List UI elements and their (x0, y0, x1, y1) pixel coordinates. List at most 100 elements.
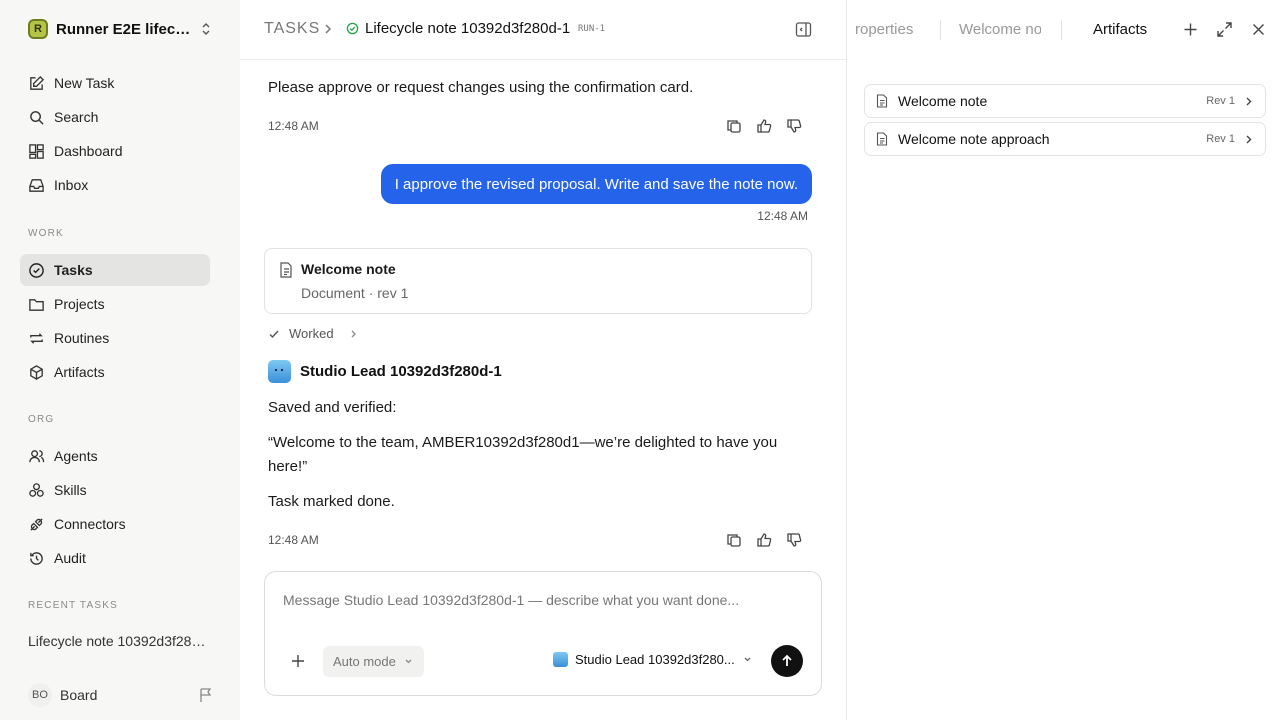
skills-label: Skills (54, 482, 87, 498)
connectors-label: Connectors (54, 516, 126, 532)
box-icon (30, 364, 43, 380)
nav-artifacts[interactable]: Artifacts (20, 356, 210, 388)
close-icon[interactable] (1250, 21, 1267, 38)
work-section-label: WORK (28, 228, 64, 239)
check-icon (269, 330, 279, 338)
user-message-bubble: I approve the revised proposal. Write an… (380, 164, 812, 204)
org-section-label: ORG (28, 414, 55, 425)
agent-select-label: Studio Lead 10392d3f280... (575, 652, 735, 667)
chevron-down-icon (744, 657, 751, 662)
nav-connectors[interactable]: Connectors (20, 508, 210, 540)
copy-icon[interactable] (726, 532, 742, 548)
sidebar: R Runner E2E lifecycle New Task Search D… (0, 0, 240, 720)
thumbs-up-icon[interactable] (756, 532, 772, 548)
projects-label: Projects (54, 296, 105, 312)
message-composer: Auto mode Studio Lead 10392d3f280... (264, 571, 822, 696)
thumbs-down-icon[interactable] (786, 118, 802, 134)
expand-icon[interactable] (1216, 21, 1233, 38)
nav-dashboard[interactable]: Dashboard (20, 135, 210, 167)
avatar: BO (28, 683, 52, 707)
main-content: TASKS Lifecycle note 10392d3f280d-1 RUN-… (240, 0, 846, 720)
nav-inbox[interactable]: Inbox (20, 169, 210, 201)
user-message-text: I approve the revised proposal. Write an… (394, 175, 798, 193)
status-done-icon (346, 22, 359, 35)
folder-icon (29, 298, 44, 311)
tab-divider (940, 20, 941, 40)
chevron-right-icon (351, 330, 356, 337)
artifact-revision: Rev 1 (1206, 95, 1235, 107)
user-name: Board (60, 687, 98, 703)
repeat-icon (30, 332, 43, 344)
nav-tasks[interactable]: Tasks (20, 254, 210, 286)
chevron-right-icon (1246, 135, 1252, 143)
chevron-down-icon (405, 659, 412, 664)
thumbs-down-icon[interactable] (786, 532, 802, 548)
chevron-right-icon (325, 24, 332, 34)
artifact-item[interactable]: Welcome note approach Rev 1 (864, 122, 1266, 156)
worked-toggle[interactable]: Worked (268, 326, 358, 341)
agent-message-timestamp: 12:48 AM (268, 533, 319, 547)
inbox-label: Inbox (54, 177, 89, 193)
recent-task-item[interactable]: Lifecycle note 10392d3f280d-1 (28, 633, 208, 649)
agent-reply-quote: “Welcome to the team, AMBER10392d3f280d1… (268, 434, 778, 475)
history-icon (30, 551, 43, 565)
task-header: TASKS Lifecycle note 10392d3f280d-1 RUN-… (240, 0, 846, 60)
run-badge: RUN-1 (578, 24, 606, 34)
panel-toggle-icon[interactable] (795, 21, 812, 38)
agent-select[interactable]: Studio Lead 10392d3f280... (553, 652, 752, 667)
agent-name: Studio Lead 10392d3f280d-1 (300, 363, 502, 380)
edit-icon (30, 75, 45, 90)
add-attachment-icon[interactable] (291, 654, 305, 668)
document-subtitle: Document · rev 1 (301, 285, 409, 301)
document-icon (280, 262, 292, 278)
message-input[interactable] (283, 592, 803, 608)
dashboard-label: Dashboard (54, 143, 123, 159)
nav-skills[interactable]: Skills (20, 474, 210, 506)
check-circle-icon (29, 262, 44, 278)
nav-routines[interactable]: Routines (20, 322, 210, 354)
user-message-timestamp: 12:48 AM (757, 209, 808, 223)
plus-icon[interactable] (1182, 21, 1199, 38)
artifact-name: Welcome note (898, 93, 988, 109)
workspace-name: Runner E2E lifecycle (56, 20, 194, 38)
workspace-switcher[interactable]: R Runner E2E lifecycle (28, 19, 212, 39)
artifact-revision: Rev 1 (1206, 133, 1235, 145)
tab-properties[interactable]: roperties (855, 21, 925, 38)
chevron-right-icon (1246, 97, 1252, 105)
nav-search[interactable]: Search (20, 101, 210, 133)
assistant-message: Please approve or request changes using … (268, 79, 694, 96)
document-icon (876, 132, 888, 146)
user-menu[interactable]: BO Board (28, 683, 214, 707)
arrow-up-icon (782, 654, 792, 666)
search-icon (30, 110, 44, 125)
primary-nav: New Task Search Dashboard Inbox (20, 67, 210, 203)
nav-audit[interactable]: Audit (20, 542, 210, 574)
nav-projects[interactable]: Projects (20, 288, 210, 320)
send-button[interactable] (771, 645, 803, 677)
agent-message-header: Studio Lead 10392d3f280d-1 (268, 360, 502, 383)
routines-label: Routines (54, 330, 110, 346)
mode-label: Auto mode (333, 654, 396, 669)
agent-avatar (268, 360, 291, 383)
work-nav: Tasks Projects Routines Artifacts (20, 254, 210, 390)
worked-label: Worked (289, 326, 334, 341)
dashboard-icon (29, 143, 44, 159)
artifact-item[interactable]: Welcome note Rev 1 (864, 84, 1266, 118)
document-card[interactable]: Welcome note Document · rev 1 (264, 248, 812, 314)
agents-label: Agents (54, 448, 98, 464)
flag-icon[interactable] (198, 687, 214, 703)
new-task-button[interactable]: New Task (20, 67, 210, 99)
org-nav: Agents Skills Connectors Audit (20, 440, 210, 576)
chevron-up-down-icon (202, 23, 210, 35)
thumbs-up-icon[interactable] (756, 118, 772, 134)
right-panel: roperties Welcome no Artifacts Welcome n… (846, 0, 1280, 720)
mode-select[interactable]: Auto mode (323, 646, 424, 677)
agent-reply-line-3: Task marked done. (268, 493, 395, 510)
new-task-label: New Task (54, 75, 115, 91)
breadcrumb-tasks[interactable]: TASKS (264, 20, 320, 38)
tab-artifacts[interactable]: Artifacts (1093, 21, 1147, 38)
nav-agents[interactable]: Agents (20, 440, 210, 472)
copy-icon[interactable] (726, 118, 742, 134)
agent-reply-line-1: Saved and verified: (268, 399, 397, 416)
tab-welcome-note[interactable]: Welcome no (959, 21, 1041, 38)
